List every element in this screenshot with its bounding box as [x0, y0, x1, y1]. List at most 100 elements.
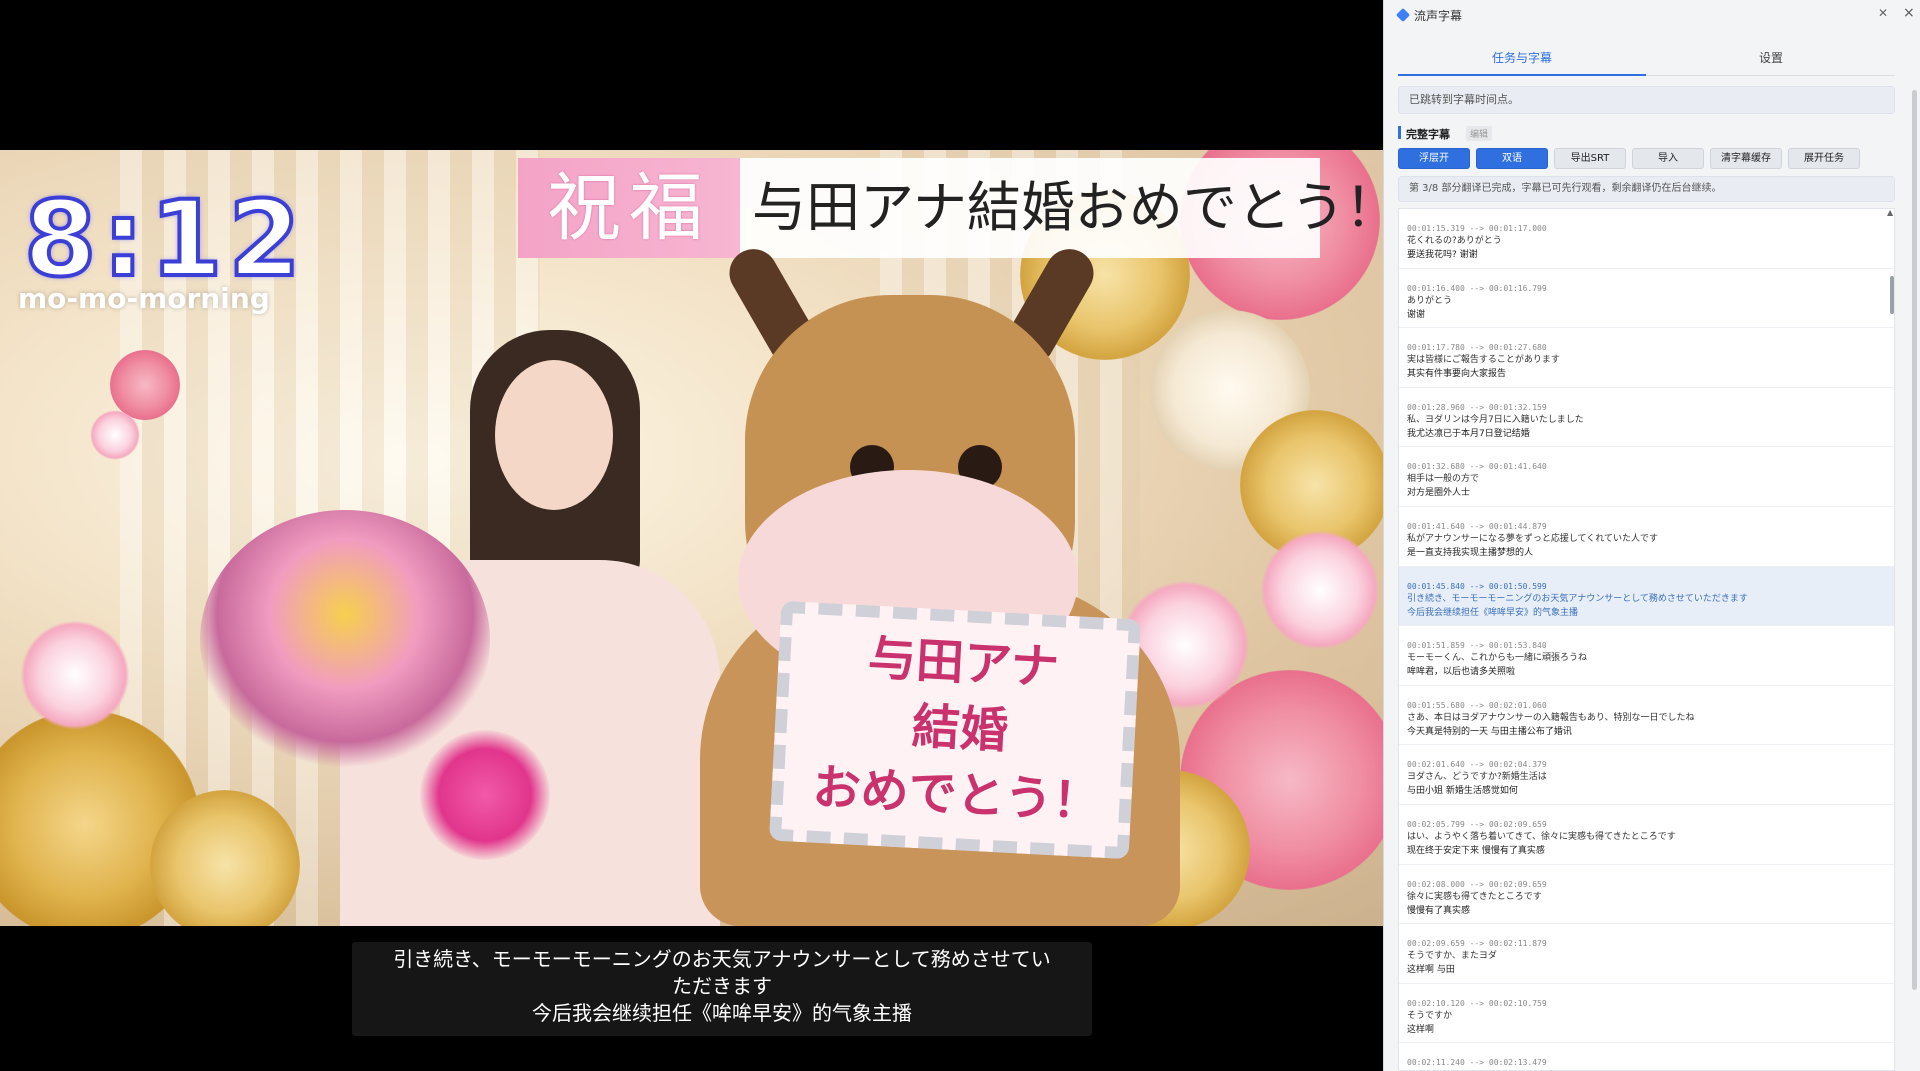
pin-icon[interactable]: ✕: [1878, 6, 1888, 20]
entry-text-ja: そうですか、またヨダ: [1407, 951, 1497, 962]
entry-timestamp: 00:01:15.319 --> 00:01:17.000: [1407, 224, 1547, 233]
entry-text-ja: 私がアナウンサーになる夢をずっと応援してくれていた人です: [1407, 533, 1659, 544]
subtitle-overlay[interactable]: 引き続き、モーモーモーニングのお天気アナウンサーとして務めさせてい ただきます …: [352, 942, 1092, 1036]
banner-left-text: 祝福: [547, 165, 711, 251]
subtitle-toolbar: 浮层开 双语 导出SRT 导入 清字幕缓存 展开任务: [1398, 148, 1895, 170]
entry-timestamp: 00:01:28.960 --> 00:01:32.159: [1407, 402, 1547, 412]
subtitle-entry[interactable]: 00:01:17.780 --> 00:01:27.680 実は皆様にご報告するこ…: [1399, 328, 1894, 388]
flower-decoration: [110, 350, 180, 420]
entry-text-zh: 今天真是特别的一天 与田主播公布了婚讯: [1407, 726, 1572, 737]
export-srt-button[interactable]: 导出SRT: [1554, 148, 1626, 169]
entry-timestamp: 00:02:11.240 --> 00:02:13.479: [1407, 1058, 1547, 1068]
entry-text-ja: はい、ようやく落ち着いてきて、徐々に実感も得てきたところです: [1407, 831, 1676, 842]
entry-text-ja: 引き続き、モーモーモーニングのお天気アナウンサーとして務めさせていただきます: [1407, 593, 1748, 604]
entry-text-ja: 私、ヨダリンは今月7日に入籍いたしました: [1407, 414, 1584, 425]
subtitle-entry[interactable]: 00:01:32.680 --> 00:01:41.640 相手は一般の方で 对方是…: [1399, 447, 1894, 507]
entry-text-zh: 这样啊: [1407, 1024, 1435, 1035]
translation-progress: 第 3/8 部分翻译已完成，字幕已可先行观看，剩余翻译仍在后台继续。: [1398, 176, 1895, 202]
entry-timestamp: 00:02:05.799 --> 00:02:09.659: [1407, 819, 1547, 829]
subtitle-entry[interactable]: 00:01:51.859 --> 00:01:53.840 モーモーくん、これから…: [1399, 626, 1894, 686]
entry-text-zh: 其实有件事要向大家报告: [1407, 369, 1507, 380]
entry-text-zh: 慢慢有了真实感: [1407, 905, 1471, 916]
subtitle-entry[interactable]: 00:02:11.240 --> 00:02:13.479: [1399, 1043, 1894, 1070]
entry-text-ja: 実は皆様にご報告することがあります: [1407, 355, 1560, 366]
entry-text-ja: 花くれるの?ありがとう: [1407, 236, 1502, 246]
bilingual-button[interactable]: 双语: [1476, 148, 1548, 169]
entry-timestamp: 00:01:16.400 --> 00:01:16.799: [1407, 283, 1547, 293]
status-notice: 已跳转到字幕时间点。: [1398, 86, 1895, 114]
entry-text-ja: ヨダさん、どうですか?新婚生活は: [1407, 772, 1547, 783]
subtitle-entry[interactable]: 00:01:28.960 --> 00:01:32.159 私、ヨダリンは今月7日…: [1399, 388, 1894, 448]
tab-settings[interactable]: 设置: [1647, 44, 1895, 76]
entry-timestamp: 00:02:09.659 --> 00:02:11.879: [1407, 939, 1547, 949]
panel-scrollbar[interactable]: [1912, 90, 1917, 990]
entry-text-zh: 要送我花吗? 谢谢: [1407, 250, 1478, 260]
woman-face: [495, 360, 613, 510]
subtitle-line-ja: 引き続き、モーモーモーニングのお天気アナウンサーとして務めさせてい: [393, 947, 1051, 971]
entry-timestamp: 00:01:41.640 --> 00:01:44.879: [1407, 521, 1547, 531]
entry-timestamp: 00:02:10.120 --> 00:02:10.759: [1407, 998, 1547, 1008]
overlay-toggle-button[interactable]: 浮层开: [1398, 148, 1470, 169]
import-button[interactable]: 导入: [1632, 148, 1704, 169]
subtitle-entry[interactable]: 00:02:08.000 --> 00:02:09.659 徐々に実感も得てきたと…: [1399, 865, 1894, 925]
app-root: 祝福 与田アナ結婚おめでとう！ 8:12 mo-mo-morning 与田アナ …: [0, 0, 1920, 1071]
subtitle-panel: 流声字幕 ✕ × 任务与字幕 设置 已跳转到字幕时间点。 完整字幕 编辑 浮层开…: [1383, 0, 1920, 1071]
entry-text-ja: 徐々に実感も得てきたところです: [1407, 891, 1542, 902]
subtitle-line-ja-cont: ただきます: [672, 974, 772, 998]
subtitle-entry[interactable]: 00:01:45.840 --> 00:01:50.599 引き続き、モーモーモー…: [1399, 566, 1894, 627]
clear-cache-button[interactable]: 清字幕缓存: [1710, 148, 1782, 169]
entry-timestamp: 00:02:01.640 --> 00:02:04.379: [1407, 760, 1547, 770]
entry-text-zh: 今后我会继续担任《哞哞早安》的气象主播: [1407, 607, 1579, 618]
entry-text-ja: さあ、本日はヨダアナウンサーの入籍報告もあり、特別な一日でしたね: [1407, 712, 1695, 723]
video-frame[interactable]: 祝福 与田アナ結婚おめでとう！ 8:12 mo-mo-morning 与田アナ …: [0, 150, 1383, 926]
panel-titlebar: 流声字幕 ✕ ×: [1384, 0, 1920, 30]
entry-text-zh: 与田小姐 新婚生活感觉如何: [1407, 786, 1518, 797]
entry-text-zh: 这样啊 与田: [1407, 965, 1455, 976]
subtitle-entry[interactable]: 00:01:41.640 --> 00:01:44.879 私がアナウンサーになる…: [1399, 507, 1894, 567]
flower-decoration: [1260, 530, 1380, 650]
bouquet: [200, 510, 490, 770]
flower-decoration: [20, 620, 130, 730]
entry-text-zh: 哞哞君，以后也请多关照啦: [1407, 667, 1516, 678]
ribbon-bow: [420, 730, 550, 860]
list-scrollbar[interactable]: [1890, 276, 1894, 314]
subtitle-entry[interactable]: 00:02:09.659 --> 00:02:11.879 そうですか、またヨダ这…: [1399, 924, 1894, 984]
close-icon[interactable]: ×: [1903, 5, 1915, 21]
entry-text-zh: 现在终于安定下来 慢慢有了真实感: [1407, 845, 1545, 856]
subtitle-entry[interactable]: 00:02:01.640 --> 00:02:04.379 ヨダさん、どうですか?…: [1399, 745, 1894, 805]
entry-text-ja: ありがとう: [1407, 295, 1453, 306]
edit-tag[interactable]: 编辑: [1466, 126, 1493, 141]
tab-tasks-subtitles[interactable]: 任务与字幕: [1398, 44, 1646, 76]
entry-text-zh: 对方是圈外人士: [1407, 488, 1471, 499]
section-title: 完整字幕: [1406, 128, 1450, 141]
panel-tabs: 任务与字幕 设置: [1398, 44, 1895, 76]
expand-tasks-button[interactable]: 展开任务: [1788, 148, 1860, 169]
video-player[interactable]: 祝福 与田アナ結婚おめでとう！ 8:12 mo-mo-morning 与田アナ …: [0, 0, 1383, 1071]
entry-text-ja: そうですか: [1407, 1010, 1453, 1021]
panel-title: 流声字幕: [1414, 9, 1463, 23]
entry-text-ja: 相手は一般の方で: [1407, 474, 1480, 485]
entry-text-ja: モーモーくん、これからも一緒に頑張ろうね: [1407, 653, 1588, 664]
entry-timestamp: 00:01:17.780 --> 00:01:27.680: [1407, 343, 1547, 353]
entry-text-zh: 谢谢: [1407, 309, 1426, 320]
banner-right-text: 与田アナ結婚おめでとう！: [752, 176, 1383, 239]
show-logo: mo-mo-morning: [18, 282, 270, 315]
subtitle-entry[interactable]: 00:01:15.319 --> 00:01:17.000 花くれるの?ありがとう…: [1399, 209, 1894, 269]
entry-text-zh: 是一直支持我实现主播梦想的人: [1407, 547, 1534, 558]
entry-timestamp: 00:01:45.840 --> 00:01:50.599: [1407, 581, 1547, 591]
subtitle-entry[interactable]: 00:01:55.680 --> 00:02:01.060 さあ、本日はヨダアナウ…: [1399, 686, 1894, 746]
section-accent-bar: [1398, 126, 1401, 139]
app-logo-icon: [1395, 7, 1411, 23]
scroll-up-icon[interactable]: ▲: [1887, 208, 1893, 217]
flower-decoration: [90, 410, 140, 460]
subtitle-entry[interactable]: 00:02:10.120 --> 00:02:10.759 そうですか这样啊: [1399, 984, 1894, 1044]
subtitle-entry[interactable]: 00:01:16.400 --> 00:01:16.799 ありがとう谢谢: [1399, 269, 1894, 329]
entry-timestamp: 00:01:32.680 --> 00:01:41.640: [1407, 462, 1547, 472]
entry-timestamp: 00:02:08.000 --> 00:02:09.659: [1407, 879, 1547, 889]
mascot-sign-text: 与田アナ 結婚 おめでとう！: [795, 622, 1125, 836]
subtitle-list[interactable]: 00:01:15.319 --> 00:01:17.000 花くれるの?ありがとう…: [1398, 208, 1895, 1071]
entry-text-zh: 我尤达凛已于本月7日登记结婚: [1407, 428, 1530, 439]
entry-timestamp: 00:01:55.680 --> 00:02:01.060: [1407, 700, 1547, 710]
subtitle-line-zh: 今后我会继续担任《哞哞早安》的气象主播: [532, 1001, 912, 1025]
subtitle-entry[interactable]: 00:02:05.799 --> 00:02:09.659 はい、ようやく落ち着い…: [1399, 805, 1894, 865]
